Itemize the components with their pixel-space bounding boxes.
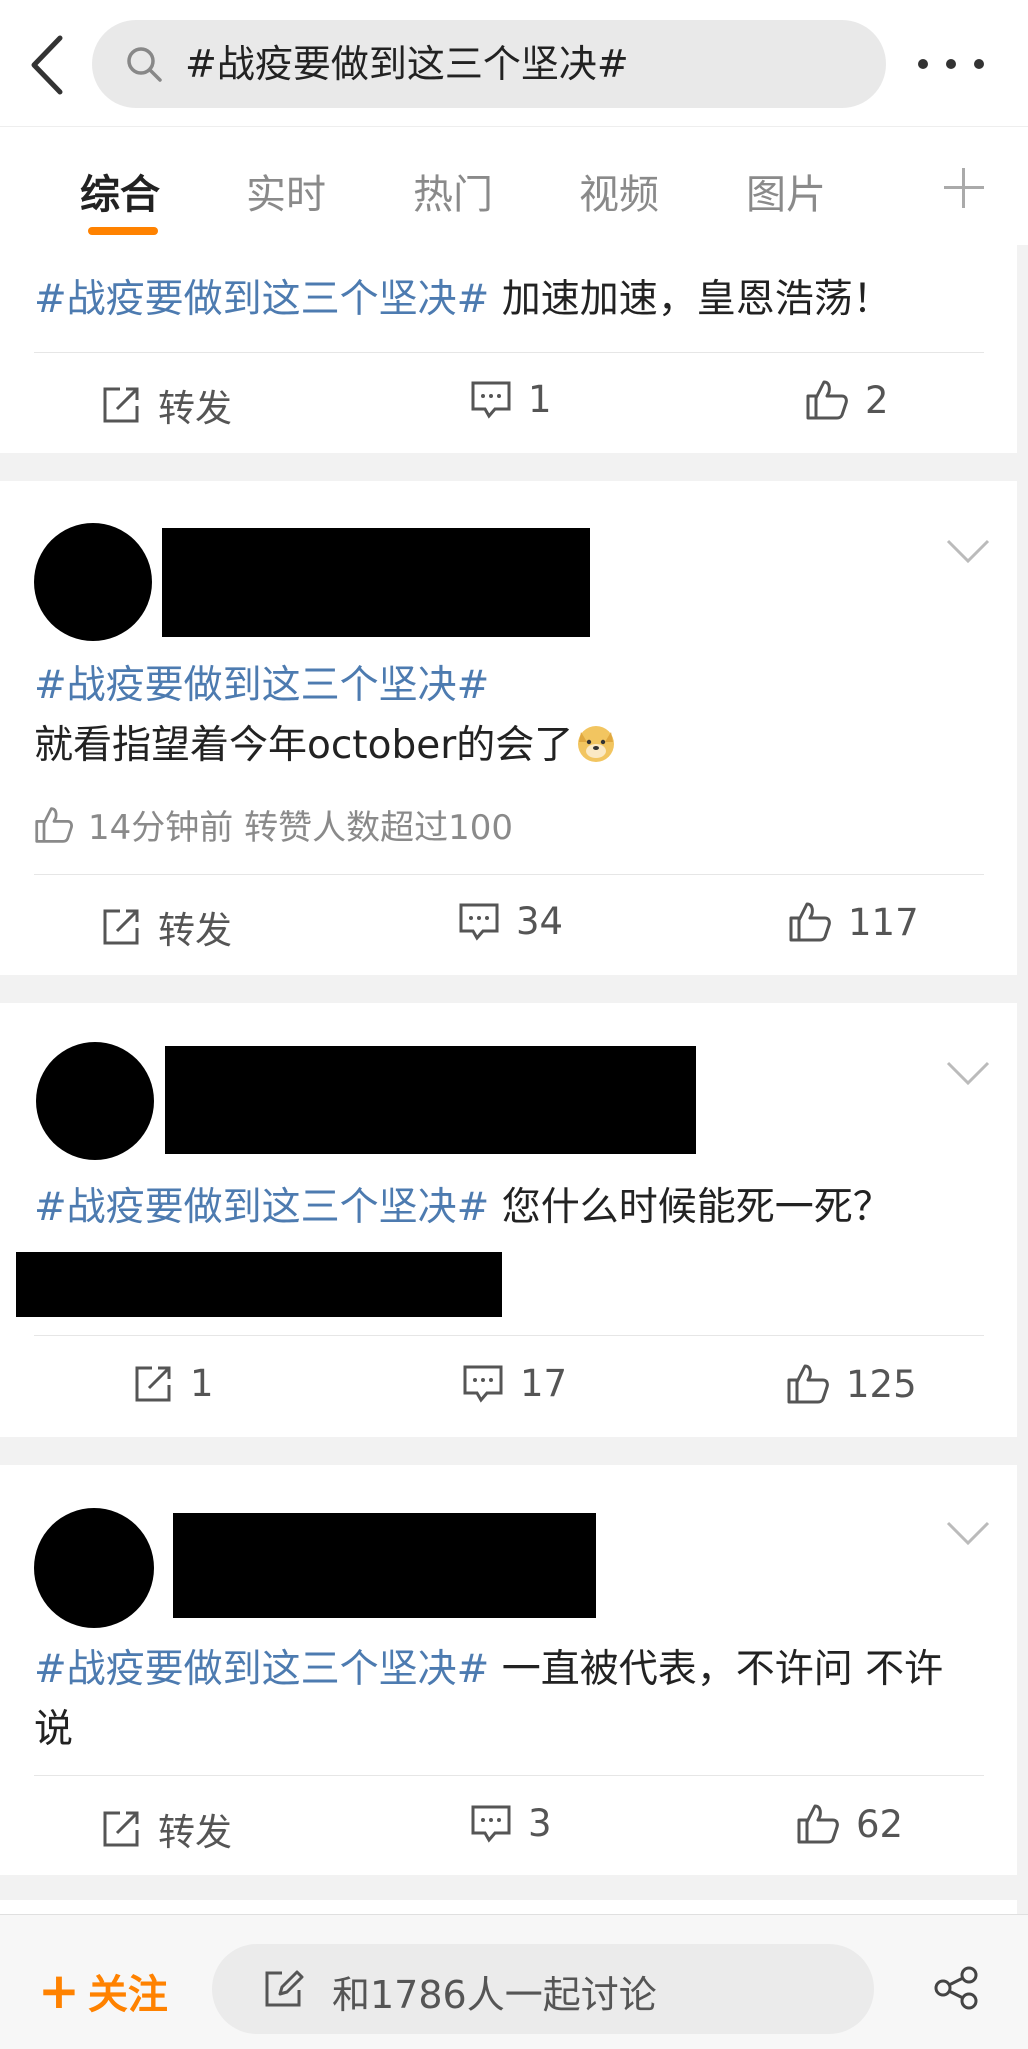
back-arrow-icon[interactable] xyxy=(20,30,80,100)
avatar[interactable] xyxy=(36,1042,154,1160)
discuss-placeholder[interactable]: 和1786人一起讨论 xyxy=(332,1964,657,2019)
comment-button[interactable]: 3 xyxy=(470,1802,552,1845)
post-meta: 14分钟前 转赞人数超过100 xyxy=(34,800,513,849)
post-text: #战疫要做到这三个坚决# 一直被代表，不许问 不许说 xyxy=(34,1640,974,1760)
doge-emoji-icon xyxy=(578,726,615,762)
comment-count: 1 xyxy=(528,378,552,421)
repost-label: 转发 xyxy=(158,909,232,952)
divider xyxy=(34,352,984,353)
more-dot-icon xyxy=(974,59,984,69)
comment-icon xyxy=(459,903,499,941)
redacted-username xyxy=(165,1046,696,1154)
add-tab-icon[interactable] xyxy=(944,168,984,208)
post-text: #战疫要做到这三个坚决# 加速加速，皇恩浩荡！ xyxy=(34,270,984,330)
comment-button[interactable]: 34 xyxy=(458,900,563,943)
topic-link[interactable]: #战疫要做到这三个坚决# xyxy=(34,1647,489,1692)
avatar[interactable] xyxy=(34,1508,154,1628)
share-icon[interactable] xyxy=(932,1964,980,2012)
repost-button[interactable]: 转发 xyxy=(100,378,232,432)
comment-count: 17 xyxy=(520,1362,568,1405)
like-count: 62 xyxy=(856,1802,904,1846)
post-text: #战疫要做到这三个坚决# 您什么时候能死一死？ xyxy=(34,1178,984,1238)
comment-icon xyxy=(471,1805,511,1843)
repost-icon xyxy=(135,1366,171,1401)
redacted-username xyxy=(162,528,590,637)
search-query[interactable]: #战疫要做到这三个坚决# xyxy=(185,34,629,94)
thumbs-up-icon xyxy=(797,1804,839,1844)
post-body: 就看指望着今年october的会了 xyxy=(34,723,574,768)
search-icon xyxy=(127,47,162,82)
follow-label: 关注 xyxy=(87,1972,168,2018)
repost-count: 1 xyxy=(190,1362,214,1405)
chevron-down-icon[interactable] xyxy=(946,1520,990,1546)
thumbs-up-icon xyxy=(789,902,831,942)
more-dot-icon xyxy=(918,59,928,69)
comment-count: 3 xyxy=(528,1802,552,1845)
topic-link[interactable]: #战疫要做到这三个坚决# xyxy=(34,656,984,716)
card-separator xyxy=(0,1437,1017,1465)
comment-button[interactable]: 17 xyxy=(462,1362,567,1405)
topic-link[interactable]: #战疫要做到这三个坚决# xyxy=(34,1185,489,1230)
repost-icon xyxy=(103,1811,139,1847)
repost-button[interactable]: 1 xyxy=(132,1362,214,1405)
repost-icon xyxy=(103,909,139,945)
follow-button[interactable]: + 关注 xyxy=(38,1962,168,2020)
repost-button[interactable]: 转发 xyxy=(100,900,232,954)
like-count: 125 xyxy=(846,1362,917,1406)
thumbs-up-icon xyxy=(806,380,848,420)
chevron-down-icon[interactable] xyxy=(946,538,990,564)
repost-label: 转发 xyxy=(158,387,232,430)
post-text: #战疫要做到这三个坚决# 就看指望着今年october的会了 xyxy=(34,656,984,776)
topic-link[interactable]: #战疫要做到这三个坚决# xyxy=(34,277,489,322)
more-dot-icon xyxy=(946,59,956,69)
plus-icon: + xyxy=(38,1962,80,2020)
divider xyxy=(34,1335,984,1336)
comment-count: 34 xyxy=(516,900,564,943)
redacted-username xyxy=(173,1513,596,1618)
like-button[interactable]: 125 xyxy=(786,1362,917,1406)
chevron-down-icon[interactable] xyxy=(946,1060,990,1086)
tab-comprehensive[interactable]: 综合 xyxy=(80,162,160,220)
thumbs-up-icon xyxy=(787,1364,829,1404)
compose-icon xyxy=(265,1970,304,2007)
thumbs-up-icon xyxy=(35,806,73,843)
comment-icon xyxy=(463,1365,503,1403)
repost-icon xyxy=(103,387,139,423)
like-button[interactable]: 2 xyxy=(805,378,889,422)
like-button[interactable]: 62 xyxy=(796,1802,903,1846)
tab-video[interactable]: 视频 xyxy=(579,162,659,220)
post-body: 您什么时候能死一死？ xyxy=(489,1185,892,1230)
comment-button[interactable]: 1 xyxy=(470,378,552,421)
comment-icon xyxy=(471,381,511,419)
like-count: 2 xyxy=(865,378,889,422)
tab-hot[interactable]: 热门 xyxy=(413,162,493,220)
redacted-content xyxy=(16,1252,502,1317)
post-body: 加速加速，皇恩浩荡！ xyxy=(489,277,892,322)
card-separator xyxy=(0,975,1017,1003)
repost-button[interactable]: 转发 xyxy=(100,1802,232,1856)
tab-images[interactable]: 图片 xyxy=(746,162,826,220)
tab-realtime[interactable]: 实时 xyxy=(246,162,326,220)
like-button[interactable]: 117 xyxy=(788,900,919,944)
post-meta-text: 14分钟前 转赞人数超过100 xyxy=(88,808,513,848)
card-separator xyxy=(0,1875,1017,1900)
more-options-button[interactable] xyxy=(918,44,984,84)
repost-label: 转发 xyxy=(158,1811,232,1854)
like-count: 117 xyxy=(848,900,919,944)
avatar[interactable] xyxy=(34,523,152,641)
divider xyxy=(34,1775,984,1776)
card-separator xyxy=(0,453,1017,481)
active-tab-indicator xyxy=(88,227,158,235)
divider xyxy=(34,874,984,875)
